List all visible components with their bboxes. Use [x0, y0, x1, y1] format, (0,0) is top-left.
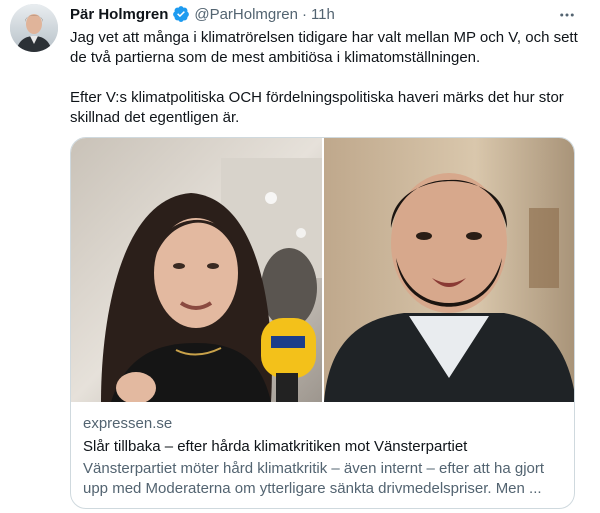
- tweet-header: Pär Holmgren @ParHolmgren · 11h: [70, 4, 335, 24]
- author-handle[interactable]: @ParHolmgren: [194, 6, 298, 23]
- timestamp[interactable]: 11h: [311, 6, 335, 23]
- tweet-paragraph: Jag vet att många i klimatrörelsen tidig…: [70, 29, 578, 66]
- card-photo-left: [71, 138, 322, 402]
- card-title[interactable]: Slår tillbaka – efter hårda klimatkritik…: [83, 437, 563, 457]
- tweet-text: Jag vet att många i klimatrörelsen tidig…: [70, 28, 580, 128]
- card-description: Vänsterpartiet möter hård klimatkritik –…: [83, 460, 545, 497]
- card-photo-right: [324, 138, 574, 402]
- tweet[interactable]: Pär Holmgren @ParHolmgren · 11h Jag vet …: [0, 0, 600, 513]
- author-name[interactable]: Pär Holmgren: [70, 6, 168, 23]
- more-dots-icon[interactable]: [556, 4, 578, 26]
- card-domain: expressen.se: [83, 415, 173, 432]
- card-body[interactable]: expressen.se Slår tillbaka – efter hårda…: [83, 414, 563, 499]
- card-media[interactable]: [71, 138, 574, 402]
- separator-dot: ·: [301, 5, 307, 23]
- avatar-portrait: [10, 4, 58, 52]
- tweet-paragraph: Efter V:s klimatpolitiska OCH fördelning…: [70, 89, 564, 126]
- avatar[interactable]: [10, 4, 58, 52]
- link-preview-card[interactable]: expressen.se Slår tillbaka – efter hårda…: [70, 137, 575, 509]
- verified-badge-icon: [172, 5, 190, 23]
